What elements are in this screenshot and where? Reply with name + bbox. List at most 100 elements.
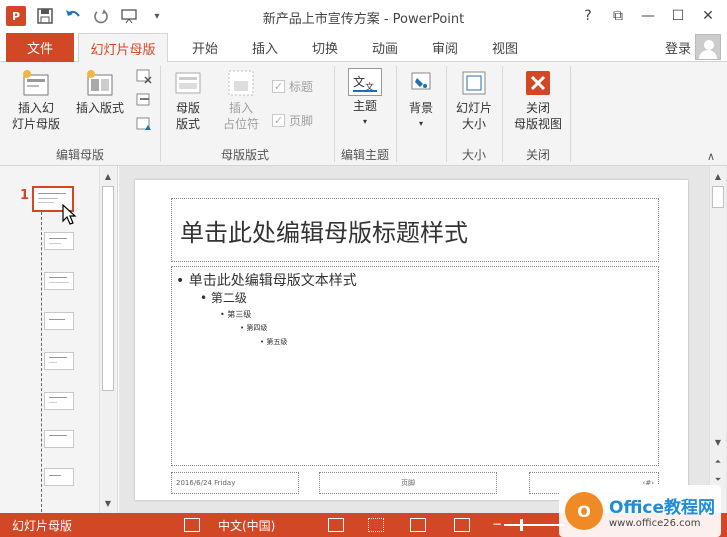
slide-workspace: 单击此处编辑母版标题样式 • 单击此处编辑母版文本样式 • 第二级 • 第三级 …: [119, 166, 727, 513]
close-icon[interactable]: ✕: [693, 4, 723, 28]
background-dropdown-icon: ▾: [418, 119, 423, 128]
slide-size-label-2: 大小: [461, 117, 486, 131]
background-icon: [406, 68, 436, 98]
thumbnail-pane: 1 ▲ ▼: [0, 166, 118, 513]
background-button[interactable]: 背景 ▾: [402, 68, 440, 132]
insert-layout-button[interactable]: 插入版式: [70, 68, 130, 116]
help-icon[interactable]: ?: [573, 4, 603, 28]
zoom-slider-thumb[interactable]: [520, 519, 523, 531]
layout-thumbnail[interactable]: [44, 272, 74, 290]
avatar[interactable]: [695, 34, 721, 60]
title-placeholder[interactable]: 单击此处编辑母版标题样式: [171, 198, 659, 262]
body-placeholder[interactable]: • 单击此处编辑母版文本样式 • 第二级 • 第三级 • 第四级 • 第五级: [171, 266, 659, 466]
layout-thumbnail[interactable]: [44, 392, 74, 410]
text-level-3: • 第三级: [220, 310, 252, 319]
insert-slide-master-button[interactable]: 插入幻 灯片母版: [10, 68, 62, 132]
slide-size-icon: [459, 68, 489, 98]
login-link[interactable]: 登录: [665, 38, 691, 57]
tab-animations[interactable]: 动画: [360, 33, 410, 62]
close-master-view-label-2: 母版视图: [513, 117, 562, 131]
insert-placeholder-icon: [226, 68, 256, 98]
date-placeholder-text: 2016/6/24 Friday: [176, 479, 236, 487]
insert-placeholder-button[interactable]: 插入 占位符: [216, 68, 266, 132]
layout-thumbnail[interactable]: [44, 468, 74, 486]
tab-home[interactable]: 开始: [180, 33, 230, 62]
cursor-icon: [62, 203, 78, 229]
close-master-view-button[interactable]: 关闭 母版视图: [508, 68, 568, 132]
rename-icon[interactable]: [136, 92, 152, 111]
text-level-1: • 单击此处编辑母版文本样式: [176, 273, 357, 289]
title-placeholder-text: 单击此处编辑母版标题样式: [180, 218, 468, 247]
group-separator: [396, 66, 397, 162]
text-level-4-label: 第四级: [246, 324, 268, 332]
tab-view[interactable]: 视图: [480, 33, 530, 62]
footer-checkbox[interactable]: ✓ 页脚: [272, 112, 313, 129]
group-separator: [570, 66, 571, 162]
normal-view-icon[interactable]: [328, 518, 344, 532]
theme-button[interactable]: 文文 主题 ▾: [342, 68, 388, 130]
group-separator: [502, 66, 503, 162]
text-level-2: • 第二级: [200, 291, 247, 305]
collapse-ribbon-icon[interactable]: ∧: [707, 150, 715, 163]
slide-size-button[interactable]: 幻灯片 大小: [450, 68, 498, 132]
scroll-up-icon[interactable]: ▲: [100, 168, 116, 184]
slideshow-view-icon[interactable]: [454, 518, 470, 532]
tab-slide-master[interactable]: 幻灯片母版: [78, 33, 168, 63]
master-layout-icon: [173, 68, 203, 98]
scrollbar-thumb[interactable]: [102, 186, 114, 391]
tab-insert[interactable]: 插入: [240, 33, 290, 62]
group-label-edit-theme: 编辑主题: [340, 148, 389, 162]
insert-layout-label: 插入版式: [75, 101, 124, 115]
slide-sorter-icon[interactable]: [368, 518, 384, 532]
tab-review[interactable]: 审阅: [420, 33, 470, 62]
background-label: 背景: [408, 101, 433, 115]
office-logo-icon: O: [565, 492, 603, 530]
preserve-icon[interactable]: [136, 116, 152, 135]
minimize-icon[interactable]: —: [633, 4, 663, 28]
watermark-title: Office教程网: [609, 498, 716, 518]
reading-view-icon[interactable]: [410, 518, 426, 532]
slide-scrollbar[interactable]: ▲ ▼ ⏶ ⏷: [709, 166, 726, 513]
delete-icon[interactable]: [136, 68, 152, 87]
tab-transitions[interactable]: 切换: [300, 33, 350, 62]
tab-file[interactable]: 文件: [6, 33, 74, 62]
insert-placeholder-label-1: 插入: [228, 101, 253, 115]
text-level-1-label: 单击此处编辑母版文本样式: [188, 273, 357, 289]
text-level-4: • 第四级: [240, 324, 268, 332]
spelling-icon[interactable]: [184, 518, 200, 532]
svg-text:文: 文: [353, 74, 365, 89]
insert-slide-master-label-2: 灯片母版: [11, 117, 60, 131]
scroll-up-icon[interactable]: ▲: [710, 168, 726, 184]
layout-connector-line: [41, 212, 42, 512]
theme-dropdown-icon: ▾: [362, 117, 367, 126]
layout-thumbnail[interactable]: [44, 430, 74, 448]
footer-placeholder[interactable]: 页脚: [319, 472, 497, 494]
scroll-down-icon[interactable]: ▼: [100, 495, 116, 511]
zoom-slider[interactable]: [504, 524, 564, 526]
language-indicator[interactable]: 中文(中国): [218, 517, 275, 534]
theme-icon: 文文: [348, 68, 382, 96]
slide-canvas[interactable]: 单击此处编辑母版标题样式 • 单击此处编辑母版文本样式 • 第二级 • 第三级 …: [135, 180, 688, 500]
previous-slide-icon[interactable]: ⏶: [710, 454, 726, 470]
master-layout-button[interactable]: 母版 版式: [168, 68, 208, 132]
insert-slide-master-label-1: 插入幻: [17, 101, 54, 115]
group-separator: [160, 66, 161, 162]
ribbon-display-icon[interactable]: ⧉: [603, 4, 633, 28]
title-checkbox[interactable]: ✓ 标题: [272, 78, 313, 95]
date-placeholder[interactable]: 2016/6/24 Friday: [171, 472, 299, 494]
layout-thumbnail[interactable]: [44, 352, 74, 370]
slide-number: 1: [20, 188, 30, 203]
thumbnail-scrollbar[interactable]: ▲ ▼: [99, 166, 116, 513]
maximize-icon[interactable]: ☐: [663, 4, 693, 28]
window-controls: ? ⧉ — ☐ ✕: [573, 4, 723, 28]
insert-placeholder-label-2: 占位符: [222, 117, 259, 131]
insert-layout-icon: [85, 68, 115, 98]
scrollbar-thumb[interactable]: [712, 186, 724, 208]
text-level-5: • 第五级: [260, 338, 288, 346]
slide-size-label-1: 幻灯片: [455, 101, 492, 115]
scroll-down-icon[interactable]: ▼: [710, 434, 726, 450]
layout-thumbnail[interactable]: [44, 312, 74, 330]
layout-thumbnail[interactable]: [44, 232, 74, 250]
zoom-out-icon[interactable]: −: [492, 517, 502, 531]
footer-placeholder-text: 页脚: [401, 479, 415, 487]
